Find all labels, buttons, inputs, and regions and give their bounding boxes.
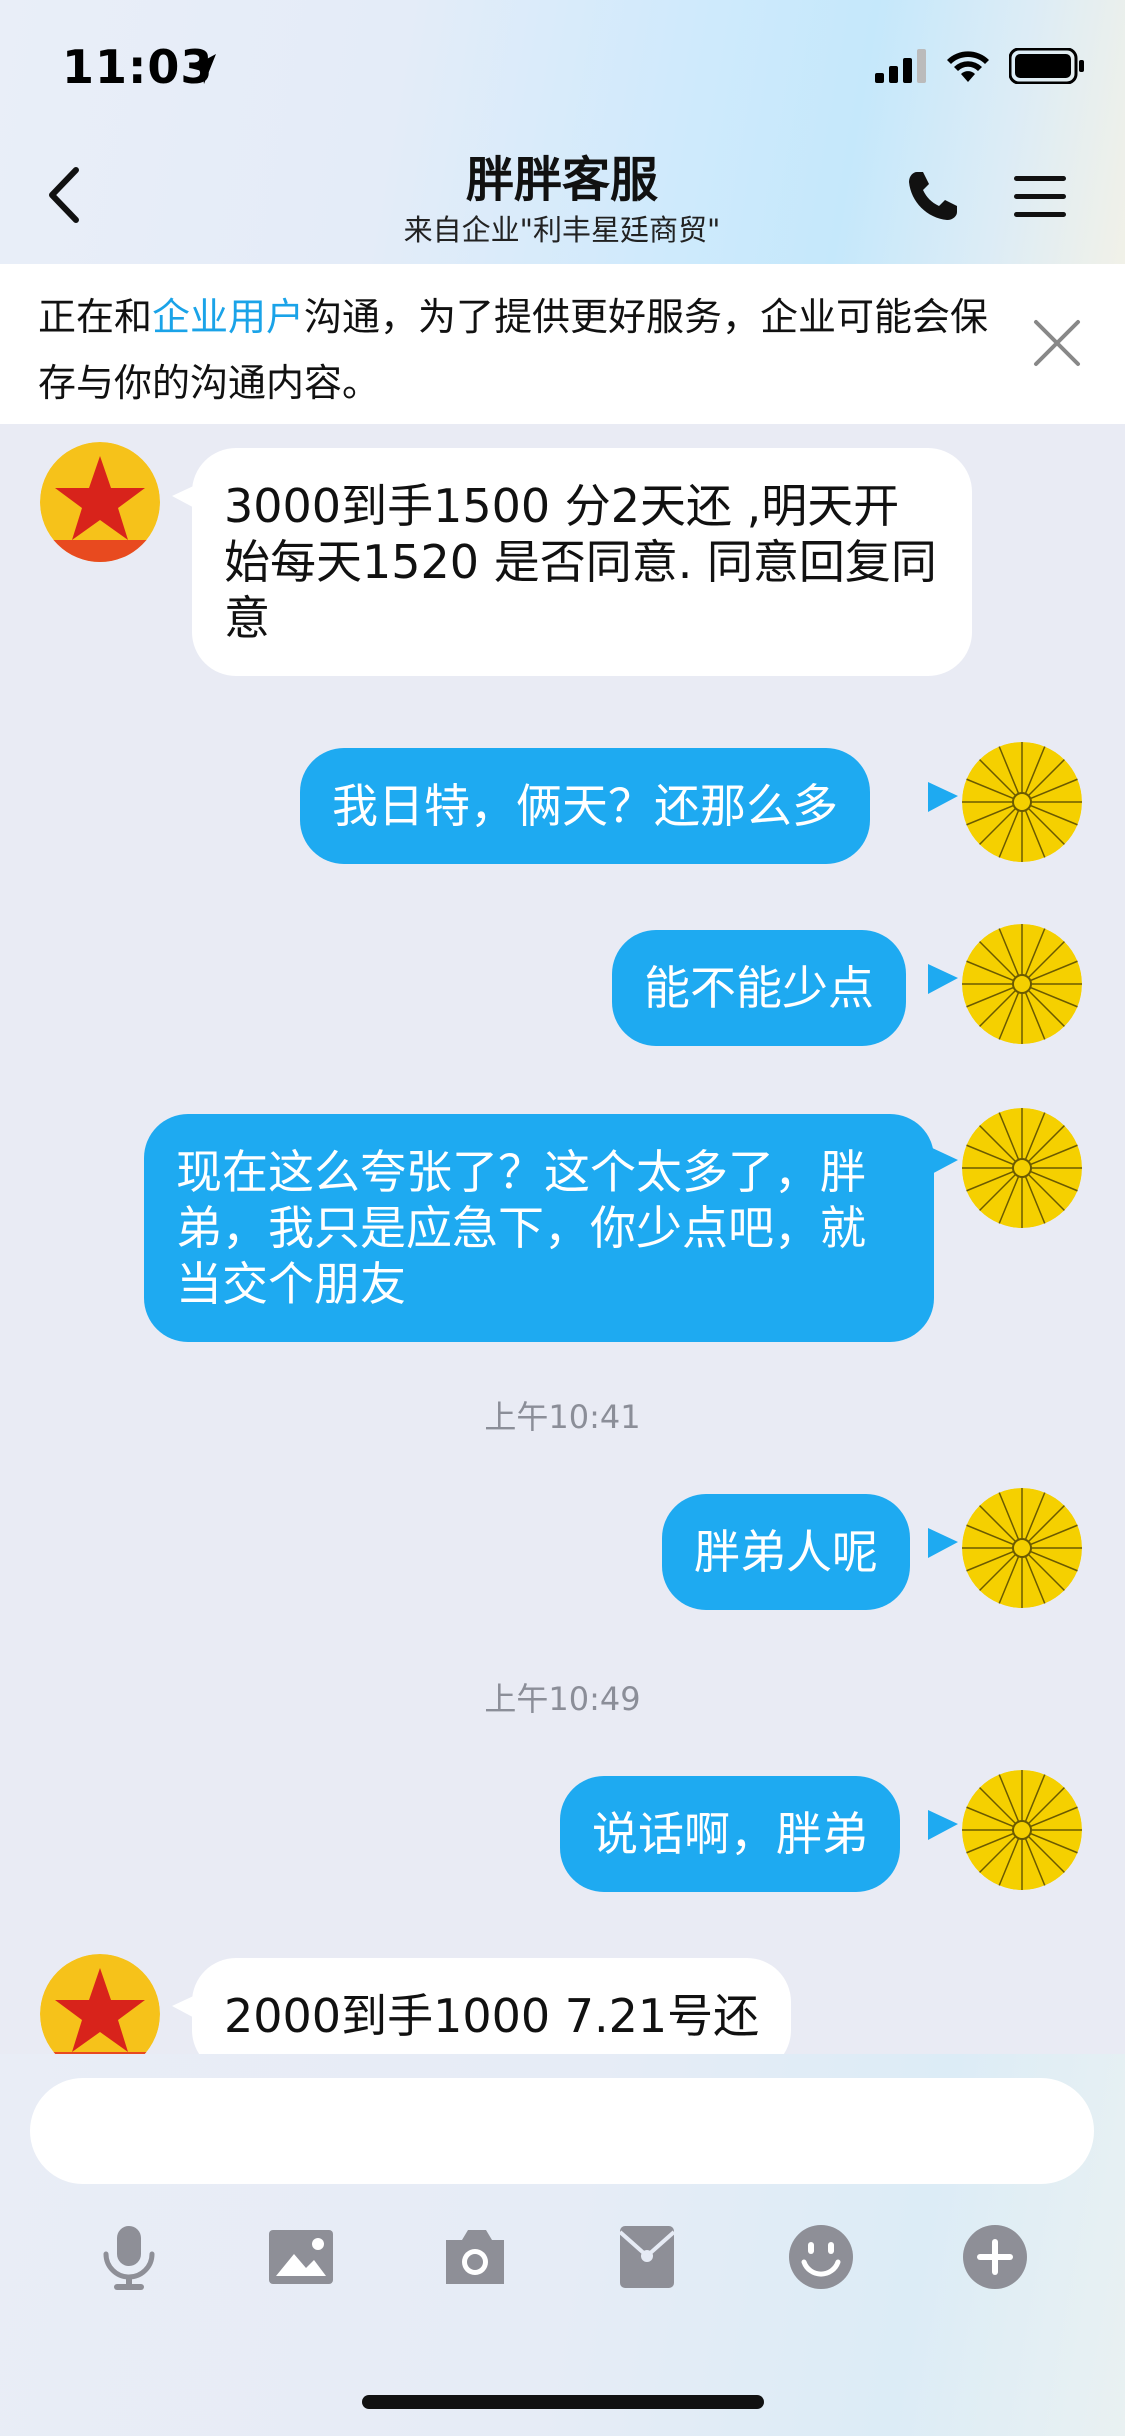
chat-title: 胖胖客服 — [465, 152, 658, 208]
user-avatar[interactable] — [962, 1488, 1082, 1608]
plus-icon[interactable] — [960, 2222, 1030, 2292]
status-icons — [875, 48, 1085, 84]
bubble-tail — [928, 1528, 958, 1558]
message-bubble-outgoing[interactable]: 我日特，俩天？还那么多 — [300, 748, 870, 864]
message-input[interactable] — [30, 2078, 1094, 2184]
bubble-tail — [928, 782, 958, 812]
sunflower-avatar-icon — [962, 1488, 1082, 1608]
notice-enterprise-user-link[interactable]: 企业用户 — [152, 295, 304, 339]
emoji-icon[interactable] — [786, 2222, 856, 2292]
privacy-notice-banner: 正在和企业用户沟通，为了提供更好服务，企业可能会保存与你的沟通内容。 — [0, 264, 1125, 424]
user-avatar[interactable] — [962, 1108, 1082, 1228]
red-star-avatar-icon — [40, 1954, 160, 2054]
battery-icon — [1009, 48, 1084, 84]
location-arrow-icon — [190, 54, 216, 84]
red-star-avatar-icon — [40, 442, 160, 562]
user-avatar[interactable] — [962, 924, 1082, 1044]
phone-call-icon[interactable] — [905, 168, 961, 224]
chat-header: 胖胖客服 来自企业"利丰星廷商贸" — [262, 150, 862, 250]
top-bar: 11:03 胖胖客服 来自企业"利丰星廷商贸" — [0, 0, 1125, 264]
image-icon[interactable] — [266, 2222, 336, 2292]
sunflower-avatar-icon — [962, 1108, 1082, 1228]
contact-avatar[interactable] — [40, 1954, 160, 2054]
cellular-signal-icon — [875, 49, 926, 83]
message-bubble-incoming[interactable]: 2000到手1000 7.21号还 — [192, 1958, 792, 2054]
close-icon[interactable] — [1032, 318, 1082, 368]
camera-icon[interactable] — [440, 2222, 510, 2292]
message-bubble-outgoing[interactable]: 能不能少点 — [612, 930, 906, 1046]
message-bubble-incoming[interactable]: 3000到手1500 分2天还 ,明天开始每天1520 是否同意. 同意回复同意 — [192, 448, 972, 676]
contact-avatar[interactable] — [40, 442, 160, 562]
back-chevron-icon[interactable] — [40, 160, 90, 230]
notice-prefix: 正在和 — [38, 295, 153, 339]
user-avatar[interactable] — [962, 742, 1082, 862]
message-bubble-outgoing[interactable]: 说话啊，胖弟 — [560, 1776, 900, 1892]
sunflower-avatar-icon — [962, 1770, 1082, 1890]
red-packet-icon[interactable] — [612, 2222, 682, 2292]
wifi-icon — [947, 51, 989, 82]
message-list[interactable]: 3000到手1500 分2天还 ,明天开始每天1520 是否同意. 同意回复同意… — [0, 424, 1125, 2054]
bubble-tail — [928, 1146, 958, 1176]
chat-subtitle: 来自企业"利丰星廷商贸" — [403, 213, 721, 247]
home-indicator[interactable] — [362, 2395, 764, 2409]
microphone-icon[interactable] — [94, 2222, 164, 2292]
menu-icon[interactable] — [1012, 172, 1068, 222]
bubble-tail — [928, 1810, 958, 1840]
bubble-tail — [928, 964, 958, 994]
user-avatar[interactable] — [962, 1770, 1082, 1890]
sunflower-avatar-icon — [962, 924, 1082, 1044]
notice-text: 正在和企业用户沟通，为了提供更好服务，企业可能会保存与你的沟通内容。 — [38, 284, 998, 416]
message-bubble-outgoing[interactable]: 现在这么夸张了？这个太多了，胖弟，我只是应急下，你少点吧，就当交个朋友 — [144, 1114, 934, 1342]
message-bubble-outgoing[interactable]: 胖弟人呢 — [662, 1494, 910, 1610]
message-timestamp: 上午10:41 — [484, 1398, 641, 1436]
message-timestamp: 上午10:49 — [484, 1680, 641, 1718]
sunflower-avatar-icon — [962, 742, 1082, 862]
